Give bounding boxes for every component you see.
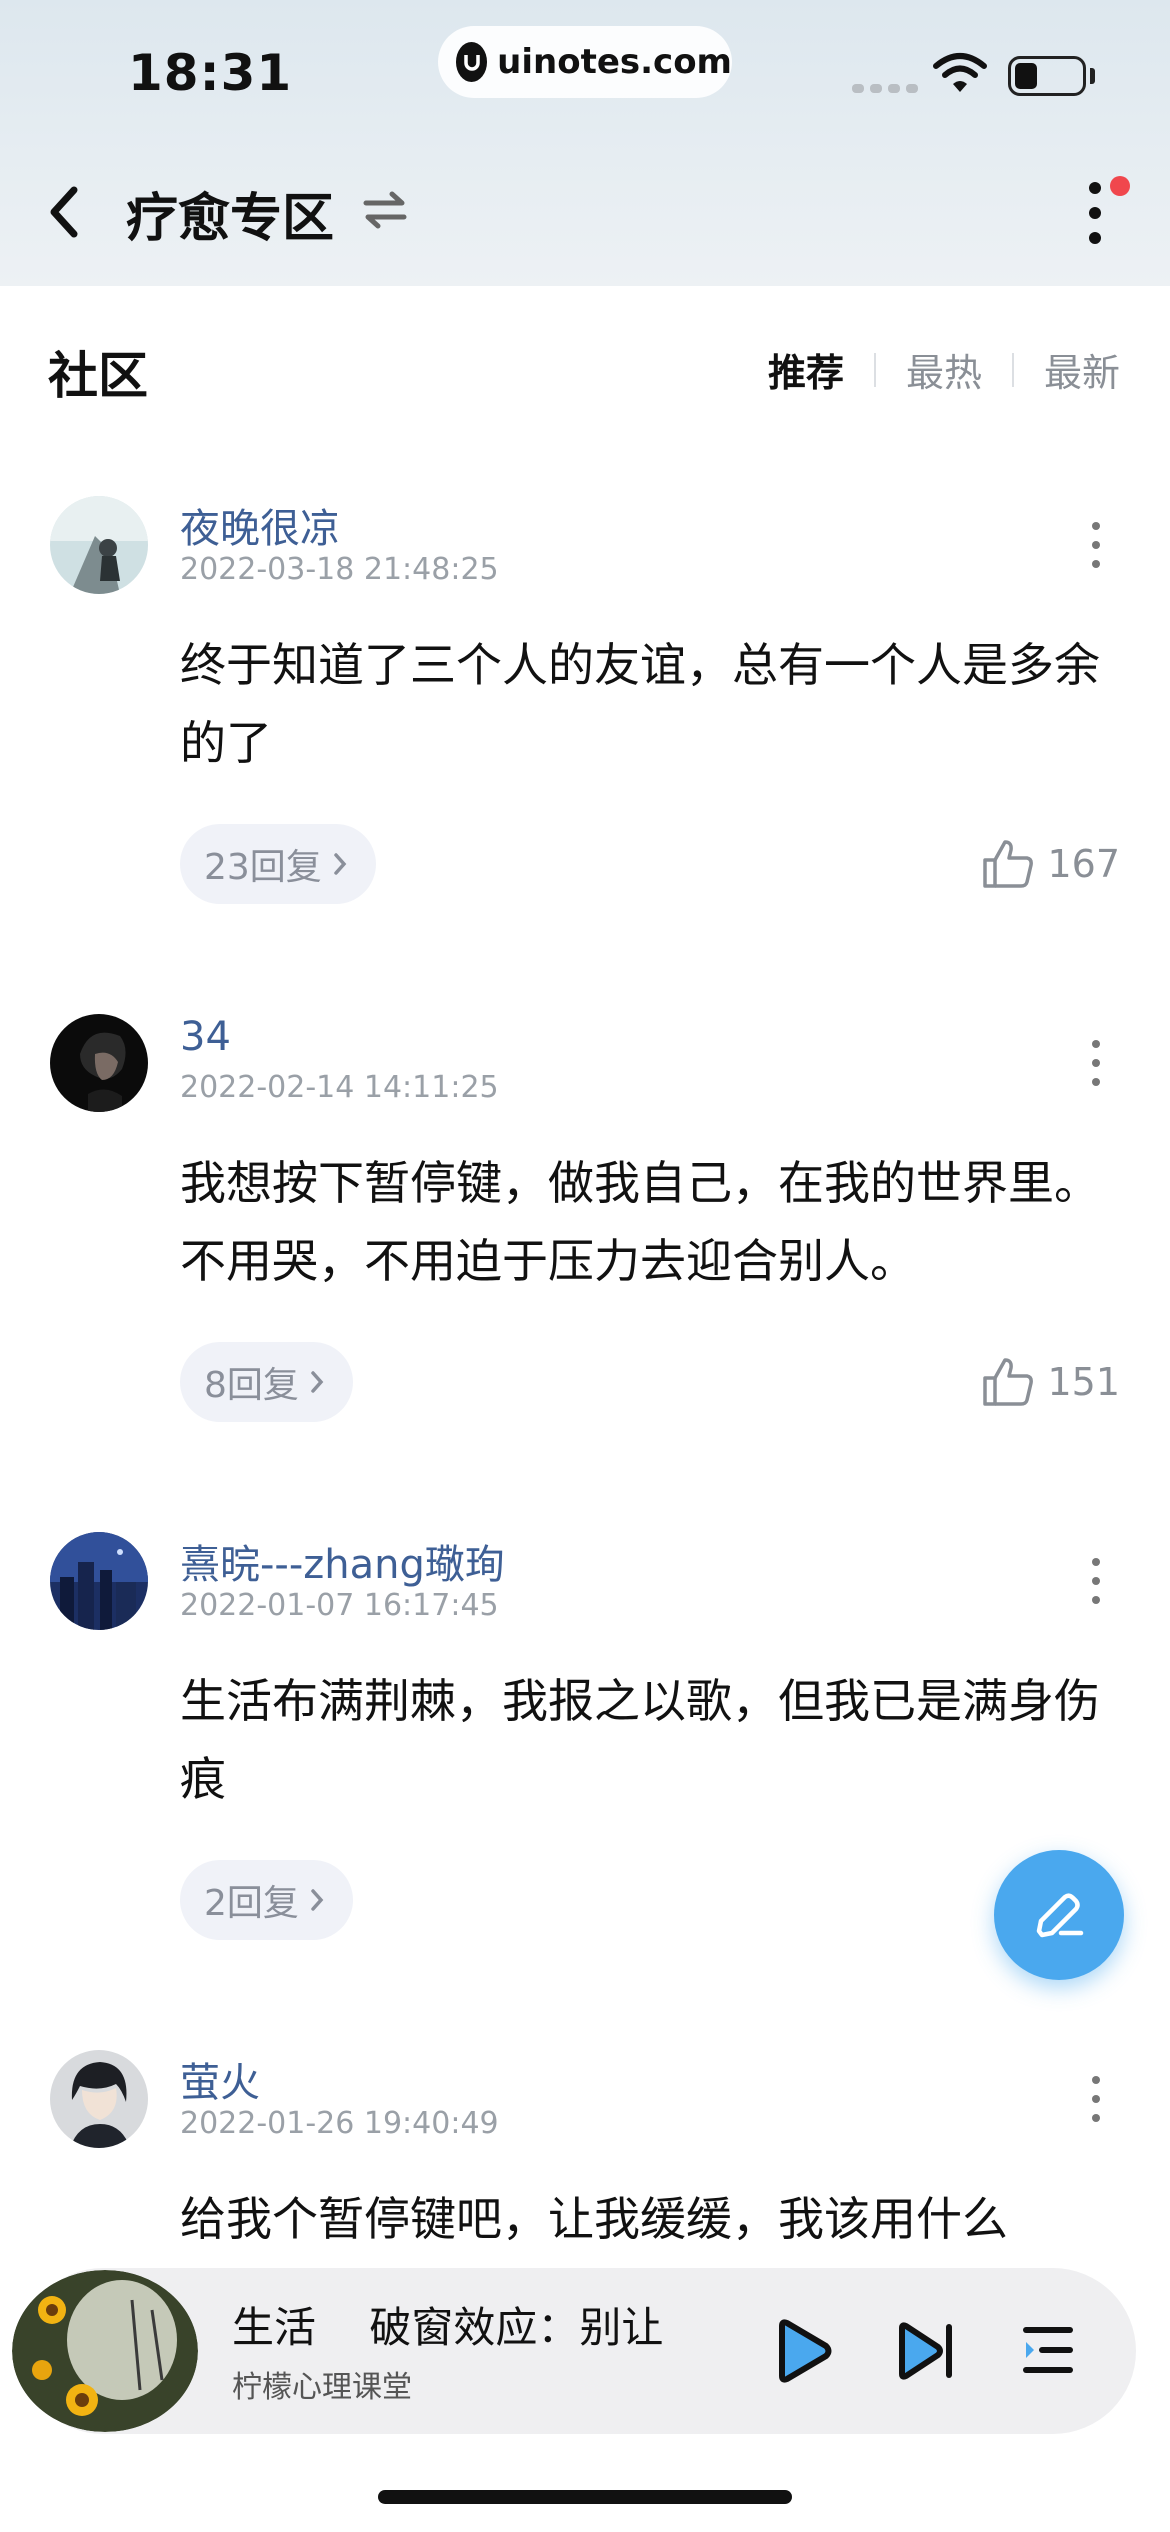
post-content: 生活布满荆棘，我报之以歌，但我已是满身伤痕: [180, 1674, 1100, 1806]
like-count: 167: [1047, 842, 1120, 886]
skip-next-icon[interactable]: [896, 2322, 956, 2380]
tab-hottest[interactable]: 最热: [906, 342, 982, 397]
chevron-right-icon: [334, 853, 347, 875]
uinotes-logo-icon: [456, 42, 488, 82]
wifi-icon: [933, 53, 987, 92]
post-content: 给我个暂停键吧，让我缓缓，我该用什么: [180, 2192, 1008, 2246]
divider: [1011, 352, 1014, 387]
compose-button[interactable]: [994, 1850, 1124, 1980]
chevron-right-icon: [311, 1889, 324, 1911]
track-artist: 柠檬心理课堂: [232, 2370, 412, 2405]
url-text: uinotes.com: [497, 42, 732, 82]
chevron-right-icon: [311, 1371, 324, 1393]
username[interactable]: 34: [180, 1014, 231, 1060]
notification-dot: [1110, 176, 1130, 196]
edit-pencil-icon: [1036, 1893, 1084, 1938]
track-title: 生活 破窗效应：别让: [232, 2303, 664, 2352]
avatar[interactable]: [50, 496, 148, 594]
reply-count: 2回复: [204, 1883, 299, 1924]
avatar[interactable]: [50, 1532, 148, 1630]
reply-button[interactable]: 2回复: [180, 1860, 353, 1940]
post-more-button[interactable]: [1084, 520, 1108, 570]
reply-count: 23回复: [204, 847, 322, 888]
timestamp: 2022-03-18 21:48:25: [180, 552, 499, 587]
playlist-icon[interactable]: [1020, 2322, 1076, 2378]
tab-newest[interactable]: 最新: [1044, 342, 1120, 397]
album-cover[interactable]: [12, 2270, 198, 2432]
section-title: 社区: [48, 347, 148, 405]
thumbs-up-icon: [983, 1358, 1034, 1406]
more-options-button[interactable]: [1078, 178, 1112, 248]
username[interactable]: 夜晚很凉: [180, 496, 340, 554]
like-button[interactable]: 151: [981, 1342, 1120, 1422]
tab-recommended[interactable]: 推荐: [768, 342, 844, 397]
url-pill: uinotes.com: [438, 26, 732, 98]
like-count: 151: [1047, 1360, 1120, 1404]
timestamp: 2022-01-07 16:17:45: [180, 1588, 499, 1623]
reply-button[interactable]: 8回复: [180, 1342, 353, 1422]
username[interactable]: 熹晥---zhang璥珣: [180, 1532, 505, 1590]
username[interactable]: 萤火: [180, 2050, 260, 2108]
thumbs-up-icon: [983, 840, 1034, 888]
home-indicator: [378, 2490, 792, 2504]
timestamp: 2022-01-26 19:40:49: [180, 2106, 499, 2141]
avatar[interactable]: [50, 2050, 148, 2148]
post-content: 终于知道了三个人的友谊，总有一个人是多余的了: [180, 638, 1100, 770]
signal-icon: [852, 84, 918, 93]
avatar[interactable]: [50, 1014, 148, 1112]
back-button[interactable]: [40, 180, 88, 244]
post-content: 我想按下暂停键，做我自己，在我的世界里。不用哭，不用迫于压力去迎合别人。: [180, 1156, 1100, 1288]
post-more-button[interactable]: [1084, 1038, 1108, 1088]
status-time: 18:31: [128, 44, 293, 102]
swap-arrows-icon[interactable]: [362, 190, 408, 230]
post-more-button[interactable]: [1084, 1556, 1108, 1606]
reply-button[interactable]: 23回复: [180, 824, 376, 904]
divider: [873, 352, 876, 387]
post-more-button[interactable]: [1084, 2074, 1108, 2124]
play-icon[interactable]: [770, 2318, 834, 2384]
battery-icon: [1008, 56, 1086, 96]
like-button[interactable]: 167: [981, 824, 1120, 904]
timestamp: 2022-02-14 14:11:25: [180, 1070, 499, 1105]
sort-tabs: 推荐 最热 最新: [768, 342, 1120, 397]
page-title: 疗愈专区: [126, 189, 335, 249]
reply-count: 8回复: [204, 1365, 299, 1406]
